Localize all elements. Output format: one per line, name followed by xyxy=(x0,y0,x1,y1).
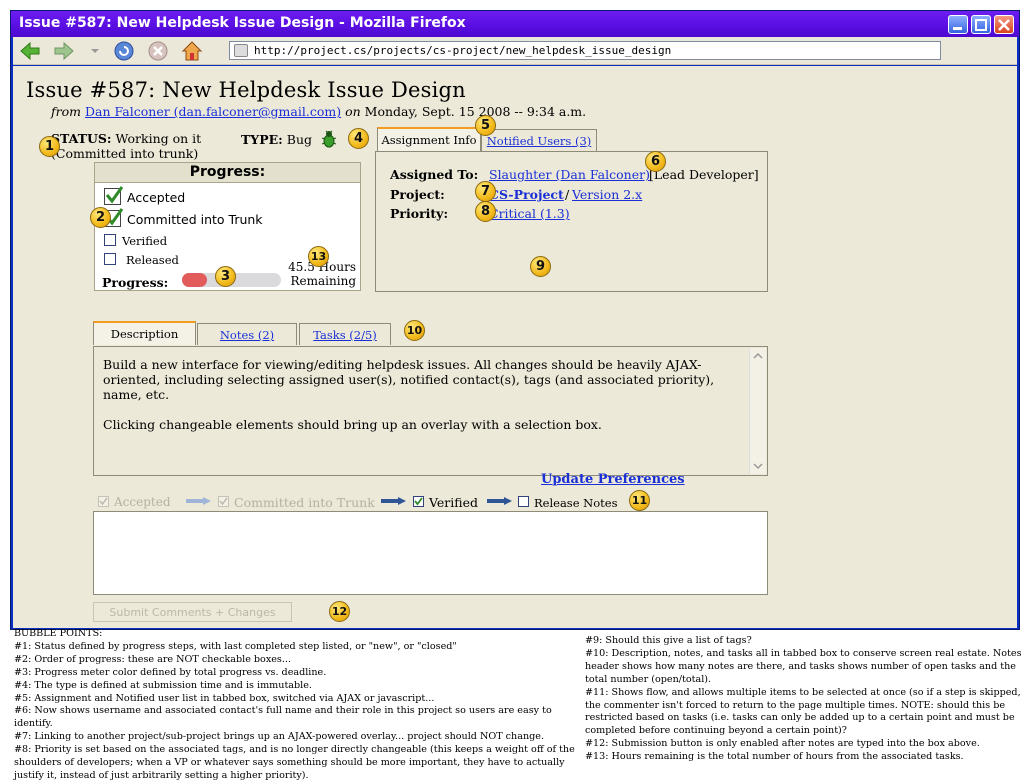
status-value: Working on it xyxy=(115,131,202,146)
flow-committed: Committed into Trunk xyxy=(234,495,375,510)
browser-window: Issue #587: New Helpdesk Issue Design - … xyxy=(10,10,1020,630)
tab-description[interactable]: Description xyxy=(93,321,196,345)
step-accepted: Accepted xyxy=(127,190,186,205)
bubble-4: 4 xyxy=(348,128,369,149)
minimize-button[interactable] xyxy=(948,15,968,34)
description-panel: Build a new interface for viewing/editin… xyxy=(93,346,768,476)
progress-meter-fill xyxy=(182,273,207,287)
page-content: Issue #587: New Helpdesk Issue Design fr… xyxy=(13,66,1017,628)
minimize-icon xyxy=(953,27,962,30)
bubble-7: 7 xyxy=(475,181,496,202)
page-title: Issue #587: New Helpdesk Issue Design xyxy=(26,78,466,102)
tab-notes[interactable]: Notes (2) xyxy=(197,323,297,345)
status-sub: (Committed into trunk) xyxy=(51,146,199,161)
version-link[interactable]: Version 2.x xyxy=(572,187,642,202)
step-verified: Verified xyxy=(122,234,168,248)
tab-tasks[interactable]: Tasks (2/5) xyxy=(299,323,391,345)
note-1: #1: Status defined by progress steps, wi… xyxy=(14,640,457,652)
bubble-12: 12 xyxy=(329,601,350,622)
stop-icon[interactable] xyxy=(147,40,169,62)
home-icon[interactable] xyxy=(181,40,203,62)
note-12: #12: Submission button is only enabled a… xyxy=(585,738,980,750)
accepted-check-icon xyxy=(104,186,124,205)
progress-header: Progress: xyxy=(95,163,360,183)
window-title: Issue #587: New Helpdesk Issue Design - … xyxy=(19,15,466,31)
page-icon xyxy=(234,44,248,57)
back-icon[interactable] xyxy=(19,40,41,62)
bubble-notes-heading: BUBBLE POINTS: xyxy=(14,628,103,639)
release-notes-checkbox[interactable] xyxy=(518,496,529,507)
note-4: #4: The type is defined at submission ti… xyxy=(14,679,312,691)
close-button[interactable] xyxy=(994,15,1014,34)
close-icon xyxy=(998,19,1010,31)
navigation-toolbar: http://project.cs/projects/cs-project/ne… xyxy=(13,37,1017,65)
flow-arrow-icon xyxy=(186,497,211,505)
accepted-flow-checkbox xyxy=(98,496,109,507)
flow-verified: Verified xyxy=(429,495,478,510)
description-text: Build a new interface for viewing/editin… xyxy=(103,357,715,432)
bubble-9: 9 xyxy=(530,256,551,277)
note-8: #8: Priority is set based on the associa… xyxy=(14,744,575,781)
tab-notified-users[interactable]: Notified Users (3) xyxy=(481,129,597,151)
issue-date: Monday, Sept. 15 2008 -- 9:34 a.m. xyxy=(364,104,587,119)
description-scrollbar[interactable] xyxy=(749,348,766,474)
note-13: #13: Hours remaining is the total number… xyxy=(585,751,964,763)
submit-button[interactable]: Submit Comments + Changes xyxy=(93,602,292,622)
note-2: #2: Order of progress: these are NOT che… xyxy=(14,653,291,665)
reload-icon[interactable] xyxy=(113,40,135,62)
bubble-13: 13 xyxy=(308,246,329,267)
verified-box xyxy=(104,234,116,246)
step-released: Released xyxy=(126,253,179,267)
note-11: #11: Shows flow, and allows multiple ite… xyxy=(585,686,1021,737)
flow-accepted: Accepted xyxy=(114,495,171,509)
assigned-role: [Lead Developer] xyxy=(649,167,759,182)
priority-link[interactable]: Critical (1.3) xyxy=(489,206,570,221)
type-block: TYPE: Bug xyxy=(241,132,313,147)
bug-icon xyxy=(321,130,337,148)
note-9: #9: Should this give a list of tags? xyxy=(585,635,752,646)
progress-label: Progress: xyxy=(102,275,169,290)
flow-arrow-icon xyxy=(487,497,512,505)
bubble-5: 5 xyxy=(475,115,496,136)
released-box xyxy=(104,253,116,265)
maximize-button[interactable] xyxy=(971,15,991,34)
flow-release-notes: Release Notes xyxy=(534,496,618,510)
verified-flow-checkbox[interactable] xyxy=(413,496,424,507)
note-10: #10: Description, notes, and tasks all i… xyxy=(585,647,1022,685)
bubble-notes-right: #9: Should this give a list of tags? #10… xyxy=(585,635,1024,764)
bubble-notes-left: BUBBLE POINTS: #1: Status defined by pro… xyxy=(14,628,579,783)
note-3: #3: Progress meter color defined by tota… xyxy=(14,666,327,678)
flow-arrow-icon xyxy=(381,497,406,505)
issue-byline: from Dan Falconer (dan.falconer@gmail.co… xyxy=(51,104,587,119)
forward-icon[interactable] xyxy=(53,40,75,62)
bubble-notes: BUBBLE POINTS: #1: Status defined by pro… xyxy=(14,628,1022,781)
bubble-2: 2 xyxy=(90,207,111,228)
url-field[interactable]: http://project.cs/projects/cs-project/ne… xyxy=(229,41,941,60)
bubble-6: 6 xyxy=(645,151,666,172)
assignment-panel: Assigned To: Slaughter (Dan Falconer) [L… xyxy=(375,151,768,292)
scroll-down-icon xyxy=(753,463,763,470)
history-dropdown-icon[interactable] xyxy=(89,40,101,62)
note-7: #7: Linking to another project/sub-proje… xyxy=(14,731,544,743)
title-bar[interactable]: Issue #587: New Helpdesk Issue Design - … xyxy=(11,11,1019,37)
assigned-user-link[interactable]: Slaughter (Dan Falconer) xyxy=(489,167,650,182)
bubble-10: 10 xyxy=(404,320,425,341)
project-link[interactable]: CS-Project xyxy=(489,187,564,202)
scroll-up-icon xyxy=(753,352,763,359)
note-6: #6: Now shows username and associated co… xyxy=(14,705,552,730)
step-committed: Committed into Trunk xyxy=(127,212,263,227)
note-5: #5: Assignment and Notified user list in… xyxy=(14,692,435,704)
bubble-11: 11 xyxy=(629,490,650,511)
bubble-1: 1 xyxy=(39,136,60,157)
author-link[interactable]: Dan Falconer (dan.falconer@gmail.com) xyxy=(85,104,341,119)
committed-flow-checkbox xyxy=(218,496,229,507)
maximize-icon xyxy=(975,19,987,31)
status-block: STATUS: Working on it (Committed into tr… xyxy=(51,131,202,161)
comments-textarea[interactable] xyxy=(93,511,768,595)
bubble-3: 3 xyxy=(215,266,236,287)
tab-assignment-info[interactable]: Assignment Info xyxy=(377,127,481,151)
update-preferences-link[interactable]: Update Preferences xyxy=(541,472,685,487)
bubble-8: 8 xyxy=(475,201,496,222)
